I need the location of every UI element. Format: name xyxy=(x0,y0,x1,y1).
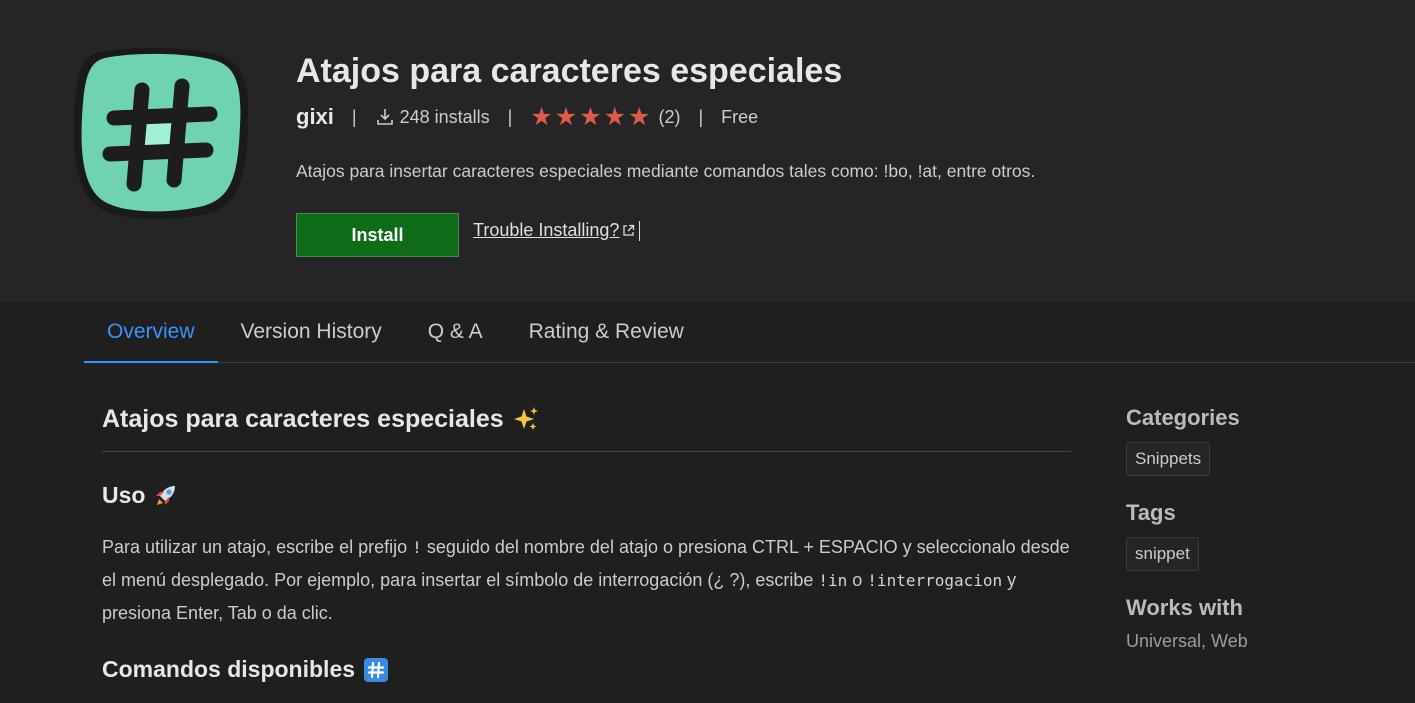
readme-heading: Atajos para caracteres especiales xyxy=(102,400,1071,452)
tab-version-history[interactable]: Version History xyxy=(218,302,405,362)
comandos-heading: Comandos disponibles xyxy=(102,656,1071,683)
extension-header: Atajos para caracteres especiales gixi |… xyxy=(0,0,1415,302)
comandos-heading-text: Comandos disponibles xyxy=(102,656,356,682)
readme-content: Atajos para caracteres especiales Uso Pa… xyxy=(102,400,1071,683)
code-in: !in xyxy=(818,571,848,590)
sparkles-icon xyxy=(513,407,538,430)
separator: | xyxy=(507,106,513,127)
install-button[interactable]: Install xyxy=(296,213,459,257)
paragraph-text: o xyxy=(847,570,868,590)
rocket-icon xyxy=(156,485,176,505)
tab-rating-review[interactable]: Rating & Review xyxy=(506,302,707,362)
code-prefix: ! xyxy=(412,538,422,557)
rating-count: (2) xyxy=(658,106,681,127)
separator: | xyxy=(351,106,357,127)
readme-heading-text: Atajos para caracteres especiales xyxy=(102,404,504,433)
install-count: 248 installs xyxy=(399,106,490,127)
works-with-heading: Works with xyxy=(1126,595,1243,620)
star-icon: ★ xyxy=(579,102,602,131)
external-link-icon xyxy=(623,224,635,236)
extension-description: Atajos para insertar caracteres especial… xyxy=(296,161,1036,181)
price-label: Free xyxy=(721,106,759,127)
categories-heading: Categories xyxy=(1126,405,1240,430)
star-icon: ★ xyxy=(554,102,578,131)
tags-heading: Tags xyxy=(1126,500,1176,525)
text-cursor xyxy=(639,220,641,241)
trouble-installing-label: Trouble Installing? xyxy=(473,220,620,240)
star-icon: ★ xyxy=(628,102,651,131)
uso-heading-text: Uso xyxy=(102,482,146,508)
star-icon: ★ xyxy=(603,102,627,131)
tag-chip[interactable]: snippet xyxy=(1126,537,1199,571)
uso-paragraph: Para utilizar un atajo, escribe el prefi… xyxy=(102,531,1071,629)
hash-icon xyxy=(73,47,249,220)
tab-qa[interactable]: Q & A xyxy=(405,302,506,362)
extension-meta: gixi | 248 installs | ★ ★ ★ ★ ★ (2) | Fr… xyxy=(296,102,758,132)
separator: | xyxy=(698,106,704,127)
code-interrogacion: !interrogacion xyxy=(867,571,1003,590)
extension-title: Atajos para caracteres especiales xyxy=(296,52,843,90)
tab-overview[interactable]: Overview xyxy=(84,302,218,363)
paragraph-text: Para utilizar un atajo, escribe el prefi… xyxy=(102,537,413,557)
uso-heading: Uso xyxy=(102,482,1071,509)
hash-keycap-icon xyxy=(364,657,389,682)
detail-tabs: Overview Version History Q & A Rating & … xyxy=(84,302,1415,363)
download-icon xyxy=(376,109,393,125)
trouble-installing-link[interactable]: Trouble Installing? xyxy=(473,220,641,241)
rating-stars[interactable]: ★ ★ ★ ★ ★ (2) xyxy=(530,102,681,131)
works-with-value: Universal, Web xyxy=(1126,631,1248,651)
sidebar: Categories Snippets Tags snippet Works w… xyxy=(1126,405,1406,652)
publisher-link[interactable]: gixi xyxy=(296,104,334,130)
category-chip[interactable]: Snippets xyxy=(1126,442,1211,476)
star-icon: ★ xyxy=(530,102,553,131)
